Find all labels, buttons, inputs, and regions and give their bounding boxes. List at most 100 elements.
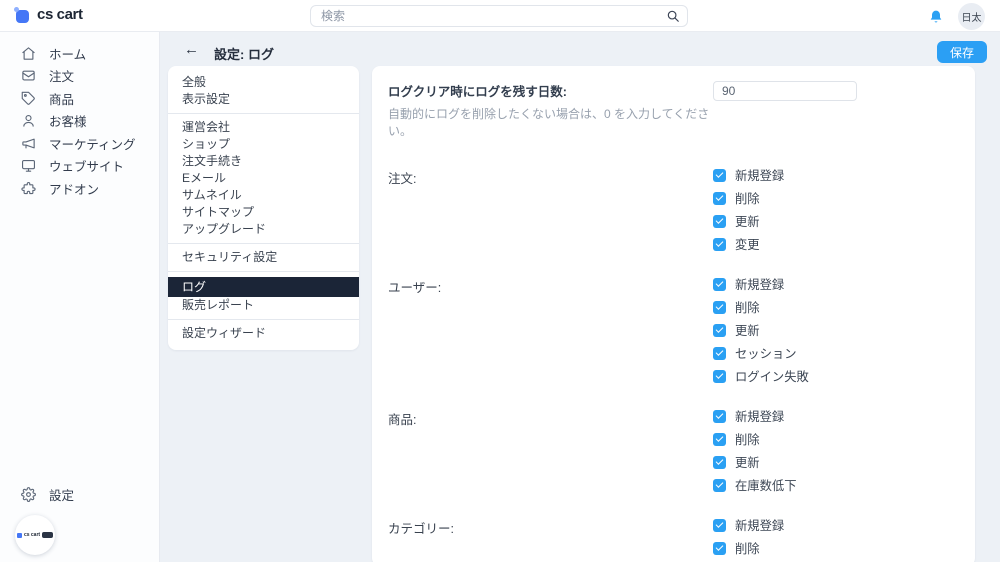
- settings-nav-item-logging[interactable]: ログ: [168, 277, 359, 297]
- notifications-bell-icon[interactable]: [928, 9, 944, 25]
- sidebar-item-label: 商品: [49, 92, 75, 107]
- settings-nav-item-wizard[interactable]: 設定ウィザード: [168, 325, 359, 342]
- option-label: 削除: [735, 433, 760, 447]
- sidebar-item-addons[interactable]: アドオン: [0, 177, 159, 200]
- search-input[interactable]: [310, 5, 688, 27]
- settings-nav-group: セキュリティ設定: [168, 243, 359, 271]
- option-label: 削除: [735, 542, 760, 556]
- cscart-logo[interactable]: cs cart: [14, 6, 83, 23]
- checkbox-option: 在庫数低下: [713, 478, 797, 493]
- sidebar-item-website[interactable]: ウェブサイト: [0, 155, 159, 178]
- option-label: 更新: [735, 324, 760, 338]
- logo-dot: [14, 6, 19, 12]
- settings-nav-item-appearance[interactable]: 表示設定: [168, 91, 359, 108]
- users-section-label: ユーザー:: [388, 281, 442, 295]
- mini-logo-text: cs cart: [23, 532, 41, 538]
- sidebar-item-label: お客様: [49, 115, 87, 130]
- sidebar-item-label: 設定: [49, 489, 75, 504]
- settings-nav-item-shop[interactable]: ショップ: [168, 136, 359, 153]
- checkbox-checked-icon[interactable]: [713, 369, 726, 383]
- sidebar-item-label: マーケティング: [49, 137, 136, 152]
- settings-nav-item-checkout[interactable]: 注文手続き: [168, 153, 359, 170]
- checkbox-option: 新規登録: [713, 277, 809, 292]
- checkbox-checked-icon[interactable]: [713, 277, 726, 291]
- checkbox-option: 新規登録: [713, 518, 785, 533]
- user-avatar[interactable]: 日太: [958, 3, 985, 30]
- sidebar-item-label: ホーム: [49, 47, 87, 62]
- sidebar-item-label: アドオン: [49, 182, 100, 197]
- checkbox-checked-icon[interactable]: [713, 478, 726, 492]
- checkbox-checked-icon[interactable]: [713, 168, 726, 182]
- settings-nav-item-security[interactable]: セキュリティ設定: [168, 249, 359, 266]
- checkbox-option: 更新: [713, 455, 797, 470]
- log-days-label: ログクリア時にログを残す日数:: [388, 85, 567, 99]
- checkbox-option: 更新: [713, 214, 784, 229]
- checkbox-option: 削除: [713, 191, 784, 206]
- settings-nav-item-thumbnails[interactable]: サムネイル: [168, 187, 359, 204]
- orders-log-section: 注文: 新規登録 削除 更新 変更: [388, 168, 959, 252]
- checkbox-checked-icon[interactable]: [713, 346, 726, 360]
- products-icon: [21, 91, 35, 105]
- topbar: cs cart 日太: [0, 0, 1000, 32]
- log-days-input[interactable]: [713, 81, 857, 101]
- settings-nav-item-upgrade[interactable]: アップグレード: [168, 221, 359, 238]
- categories-section-label: カテゴリー:: [388, 522, 454, 536]
- checkbox-option: 変更: [713, 237, 784, 252]
- search-icon: [667, 10, 679, 22]
- checkbox-option: 削除: [713, 300, 809, 315]
- store-logo-badge[interactable]: cs cart: [15, 515, 55, 555]
- sidebar-item-marketing[interactable]: マーケティング: [0, 132, 159, 155]
- checkbox-checked-icon[interactable]: [713, 432, 726, 446]
- settings-nav-group: 設定ウィザード: [168, 319, 359, 347]
- settings-nav-item-sitemap[interactable]: サイトマップ: [168, 204, 359, 221]
- marketing-icon: [22, 138, 35, 149]
- settings-nav-item-company[interactable]: 運営会社: [168, 119, 359, 136]
- checkbox-checked-icon[interactable]: [713, 323, 726, 337]
- sidebar-item-orders[interactable]: 注文: [0, 65, 159, 88]
- checkbox-checked-icon[interactable]: [713, 191, 726, 205]
- checkbox-checked-icon[interactable]: [713, 455, 726, 469]
- users-log-section: ユーザー: 新規登録 削除 更新 セッション ログイン失敗: [388, 277, 959, 384]
- settings-nav-group: 全般 表示設定: [168, 69, 359, 113]
- option-label: 新規登録: [735, 169, 785, 183]
- checkbox-option: 削除: [713, 432, 797, 447]
- cscart-logo-icon: [14, 6, 30, 23]
- customers-icon: [23, 115, 34, 127]
- save-button[interactable]: 保存: [936, 41, 987, 63]
- sidebar-item-home[interactable]: ホーム: [0, 42, 159, 65]
- sidebar-item-customers[interactable]: お客様: [0, 110, 159, 133]
- log-days-row: ログクリア時にログを残す日数: 自動的にログを削除したくない場合は、0 を入力し…: [388, 81, 959, 139]
- checkbox-option: 更新: [713, 323, 809, 338]
- option-label: 新規登録: [735, 519, 785, 533]
- option-label: 更新: [735, 215, 760, 229]
- logo-text: cs cart: [37, 6, 83, 23]
- version-badge: [42, 532, 54, 538]
- option-label: 変更: [735, 238, 760, 252]
- option-label: 新規登録: [735, 410, 785, 424]
- products-log-section: 商品: 新規登録 削除 更新 在庫数低下: [388, 409, 959, 493]
- sidebar-item-settings[interactable]: 設定: [0, 484, 159, 507]
- mini-logo-square: [16, 532, 22, 538]
- settings-nav-item-sales-reports[interactable]: 販売レポート: [168, 297, 359, 314]
- checkbox-checked-icon[interactable]: [713, 214, 726, 228]
- option-label: ログイン失敗: [735, 370, 809, 384]
- checkbox-checked-icon[interactable]: [713, 409, 726, 423]
- log-days-input-col: [713, 81, 857, 139]
- settings-nav-item-general[interactable]: 全般: [168, 74, 359, 91]
- sidebar-item-label: 注文: [49, 70, 75, 85]
- checkbox-checked-icon[interactable]: [713, 237, 726, 251]
- checkbox-checked-icon[interactable]: [713, 541, 726, 555]
- users-options: 新規登録 削除 更新 セッション ログイン失敗: [713, 277, 809, 384]
- option-label: 在庫数低下: [735, 479, 797, 493]
- settings-nav-item-email[interactable]: Eメール: [168, 170, 359, 187]
- app-window: cs cart 日太 ホーム 注文 商品: [0, 0, 1000, 562]
- back-arrow-icon[interactable]: ←: [184, 41, 199, 58]
- sidebar-item-products[interactable]: 商品: [0, 87, 159, 110]
- log-days-hint: 自動的にログを削除したくない場合は、0 を入力してください。: [388, 107, 710, 138]
- global-search: [310, 5, 688, 27]
- settings-nav-card: 全般 表示設定 運営会社 ショップ 注文手続き Eメール サムネイル サイトマッ…: [168, 66, 359, 350]
- checkbox-checked-icon[interactable]: [713, 300, 726, 314]
- checkbox-checked-icon[interactable]: [713, 518, 726, 532]
- log-settings-card: ログクリア時にログを残す日数: 自動的にログを削除したくない場合は、0 を入力し…: [372, 66, 975, 562]
- settings-nav-group: 運営会社 ショップ 注文手続き Eメール サムネイル サイトマップ アップグレー…: [168, 113, 359, 243]
